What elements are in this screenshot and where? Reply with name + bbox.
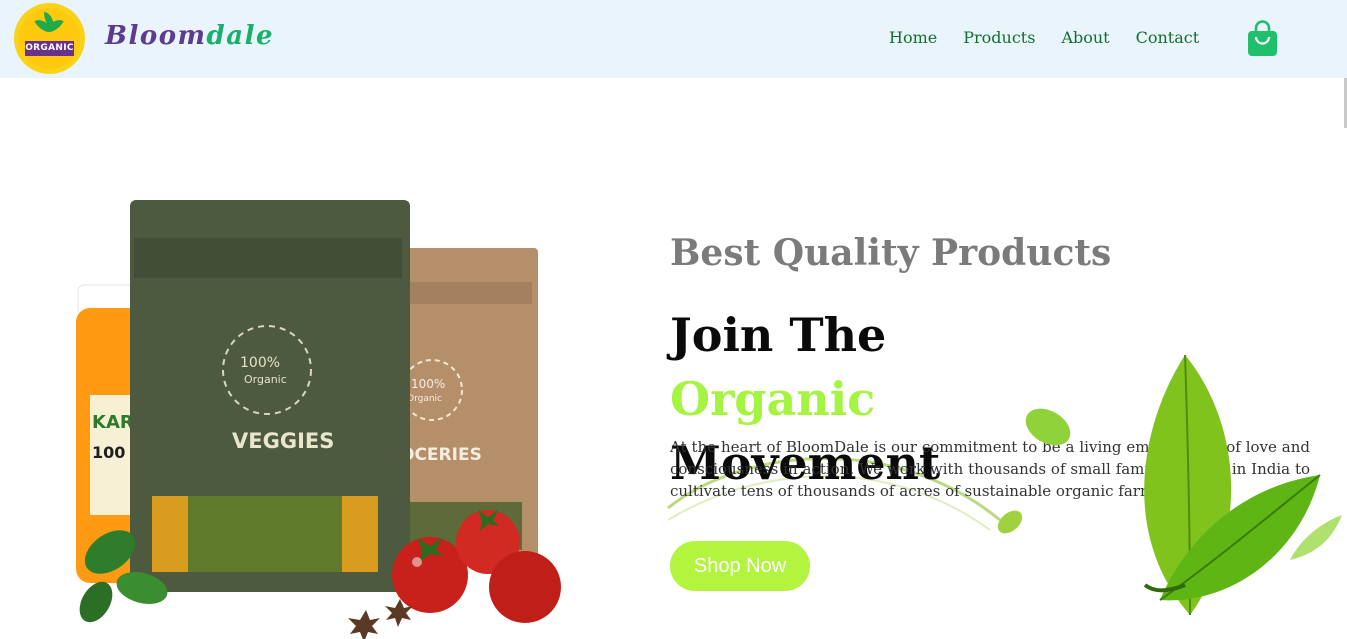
brand-name-part2: dale bbox=[206, 21, 274, 51]
brand-name-part1: Bloom bbox=[105, 21, 207, 51]
pack-back-badge-2: Organic bbox=[407, 394, 442, 404]
shopping-bag-icon[interactable] bbox=[1247, 20, 1278, 56]
nav-home-link[interactable]: Home bbox=[889, 28, 937, 47]
shop-now-button[interactable]: Shop Now bbox=[670, 541, 810, 591]
headline-part1: Join The bbox=[670, 308, 887, 362]
star-anise-image bbox=[348, 599, 413, 639]
pack-back-label: OCERIES bbox=[400, 445, 482, 465]
pack-back-badge-1: 100% bbox=[411, 377, 445, 391]
main-nav: Home Products About Contact bbox=[889, 28, 1225, 47]
brand-name[interactable]: Bloomdale bbox=[105, 21, 274, 51]
mint-leaves-image bbox=[1025, 355, 1342, 616]
pack-label: VEGGIES bbox=[232, 429, 334, 453]
product-hero-image: KAR 100 100% Organic OCERIES 100% Organi… bbox=[76, 200, 561, 639]
hero-subtitle: Best Quality Products bbox=[670, 232, 1112, 274]
nav-contact-link[interactable]: Contact bbox=[1136, 28, 1200, 47]
site-header: ORGANIC Bloomdale Home Products About Co… bbox=[0, 0, 1347, 78]
pack-badge-2: Organic bbox=[244, 373, 287, 386]
logo-ribbon-text: ORGANIC bbox=[25, 41, 74, 56]
nav-products-link[interactable]: Products bbox=[963, 28, 1035, 47]
svg-text:KAR: KAR bbox=[92, 412, 134, 433]
organic-logo[interactable]: ORGANIC bbox=[14, 3, 85, 74]
svg-text:100: 100 bbox=[92, 443, 125, 462]
nav-about-link[interactable]: About bbox=[1061, 28, 1109, 47]
pack-badge-1: 100% bbox=[240, 355, 280, 371]
headline-highlight: Organic bbox=[670, 372, 876, 426]
veggies-pouch-image: 100% Organic VEGGIES bbox=[130, 200, 410, 592]
